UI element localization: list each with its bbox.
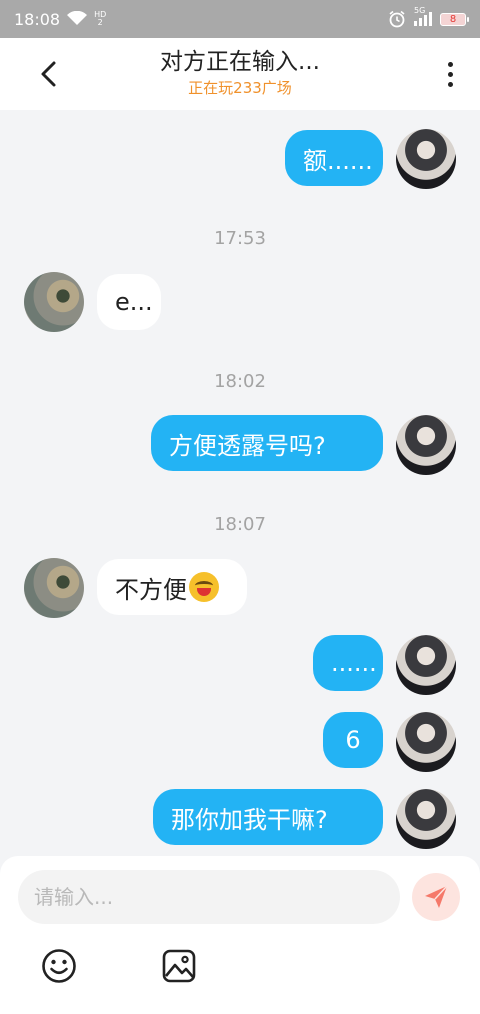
send-icon [425,885,448,908]
message-bubble-sent[interactable]: 额...... [285,130,383,186]
message-bubble-sent[interactable]: 那你加我干嘛? [153,789,383,845]
contact-avatar[interactable] [24,272,84,332]
smiley-icon [42,949,76,983]
battery-icon: 8 [440,12,469,26]
contact-avatar[interactable] [24,558,84,618]
my-avatar[interactable] [396,129,456,189]
timestamp: 18:02 [214,371,266,392]
back-button[interactable] [28,54,68,94]
message-bubble-received[interactable]: 不方便 [97,559,247,615]
my-avatar[interactable] [396,415,456,475]
message-text: 不方便 [115,575,187,604]
message-bubble-sent[interactable]: 6 [323,712,383,768]
timestamp: 18:07 [214,514,266,535]
more-options-button[interactable] [438,54,462,94]
my-avatar[interactable] [396,712,456,772]
chat-subtitle: 正在玩233广场 [188,79,292,97]
grinning-face-emoji-icon [189,572,219,602]
message-bubble-received[interactable]: e... [97,274,161,330]
message-bubble-sent[interactable]: ...... [313,635,383,691]
timestamp: 17:53 [214,228,266,249]
hd-network-badge: HD 2 [94,11,106,27]
chat-header: 对方正在输入... 正在玩233广场 [0,38,480,110]
message-bubble-sent[interactable]: 方便透露号吗? [151,415,383,471]
emoji-button[interactable] [41,948,77,984]
status-bar: 18:08 HD 2 5G 8 [0,0,480,38]
image-button[interactable] [161,948,197,984]
message-input[interactable] [18,870,400,924]
my-avatar[interactable] [396,635,456,695]
alarm-clock-icon [389,10,405,28]
signal-strength-icon: 5G [414,6,432,26]
battery-level: 8 [449,13,457,25]
chat-message-list[interactable]: 额...... 17:53 e... 18:02 方便透露号吗? 18:07 不… [0,110,480,856]
signal-label: 5G [414,6,426,15]
chat-title: 对方正在输入... [160,49,320,75]
wifi-icon [67,11,88,25]
more-vertical-icon [447,61,453,67]
chevron-left-icon [41,61,56,87]
send-button[interactable] [412,873,460,921]
sim-number: 2 [97,18,103,27]
my-avatar[interactable] [396,789,456,849]
image-icon [162,949,196,983]
status-time: 18:08 [14,9,61,29]
composer [0,856,480,1014]
